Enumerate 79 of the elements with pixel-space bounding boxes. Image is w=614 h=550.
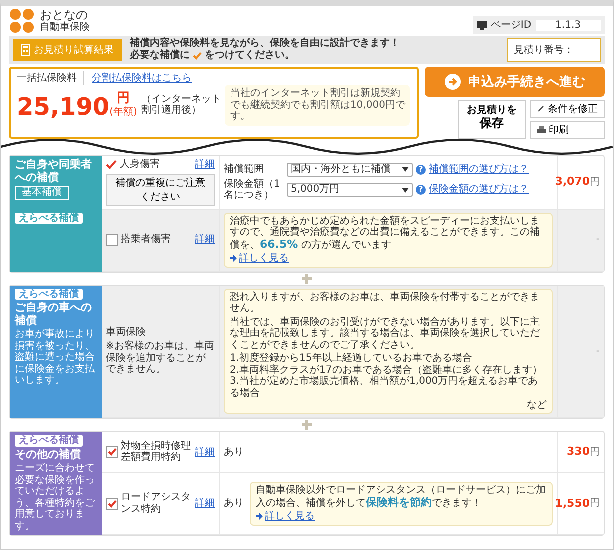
coverage-name: 人身傷害 [120, 159, 161, 170]
setting-select[interactable]: 5,000万円 [287, 183, 413, 197]
tooltip-paragraph: 当社では、車両保険のお引受けができない場合があります。以下に主な理由を記載致します。該当する場合は、車両保険を選択していただくことができませんのでご了承ください。 [230, 316, 541, 352]
installment-link[interactable]: 分割払保険料はこちら [92, 71, 192, 85]
logo-subtext: 自動車保険 [40, 22, 90, 34]
detail-link[interactable]: 詳細 [195, 234, 215, 246]
section-title: その他の補償 [15, 448, 81, 462]
section-description: お車が事故により損害を被ったり、盗難に遭った場合に保険金をお支払いします。 [15, 329, 96, 387]
coverage-value: あり [224, 498, 244, 510]
detail-link[interactable]: 詳細 [195, 159, 215, 170]
help-icon: ? [416, 164, 426, 175]
estimate-number-field[interactable]: 見積り番号： [507, 38, 601, 62]
detail-link[interactable]: 詳細 [195, 446, 215, 458]
premium-amount: 25,190 [17, 94, 110, 119]
coverage-value: あり [224, 446, 244, 458]
caret-icon [402, 167, 409, 172]
tooltip-trailing-text: など [527, 401, 547, 412]
pencil-icon [537, 105, 545, 113]
caret-icon [402, 188, 409, 192]
section-badge: えらべる補償 [15, 288, 83, 300]
section-tag: 基本補償 [15, 186, 69, 200]
checkbox[interactable] [106, 446, 118, 458]
coverage-price: 330 [567, 446, 590, 459]
more-link[interactable]: 詳しく見る [265, 511, 315, 523]
print-button[interactable]: 印刷 [530, 121, 605, 139]
logo-icon [9, 8, 35, 34]
arrow-icon [256, 513, 263, 520]
tooltip-text: 自動車保険以外でロードアシスタンス（ロードサービス）にご加入の場合、補償を外して保険料を節約できます！ [256, 485, 547, 510]
setting-select[interactable]: 国内・海外ともに補償 [287, 163, 413, 176]
printer-icon [537, 126, 546, 134]
monitor-icon [476, 20, 487, 30]
coverage-name: 対物全損時修理差額費用特約 [121, 440, 192, 464]
price-unit: 円 [590, 446, 600, 458]
coverage-price: - [596, 346, 600, 358]
logo-text: おとなの [40, 8, 89, 22]
premium-unit: 円 [117, 92, 130, 105]
coverage-price: - [596, 234, 600, 246]
page-id-value: 1.1.3 [536, 20, 601, 30]
premium-label: 一括払保険料 [17, 71, 84, 85]
checkbox[interactable] [106, 234, 118, 246]
price-unit: 円 [590, 176, 600, 188]
save-estimate-button[interactable]: お見積りを 保存 [458, 100, 526, 139]
section-badge: えらべる補償 [15, 212, 83, 224]
coverage-price: 3,070 [555, 176, 590, 189]
overlap-warning-button[interactable]: 補償の重複にご注意ください [106, 174, 215, 206]
plus-icon [302, 274, 312, 284]
coverage-name: ロードアシスタンス特約 [121, 492, 192, 516]
setting-label: 補償範囲 [224, 164, 265, 176]
detail-link[interactable]: 詳細 [195, 498, 215, 510]
section-title: ご自身の車への補償 [15, 302, 93, 328]
discount-bubble: 当社のインターネット割引は新規契約でも継続契約でも割引額は10,000円です。 [225, 85, 410, 126]
help-icon: ? [416, 185, 426, 195]
arrow-icon [230, 255, 237, 262]
price-unit: 円 [590, 498, 600, 510]
plus-icon [302, 420, 312, 430]
coverage-name: 車両保険 [106, 326, 147, 338]
more-link[interactable]: 詳しく見る [239, 253, 289, 265]
section-badge: えらべる補償 [15, 435, 83, 447]
section-description: ニーズに合わせて必要な保険を作っていただけるよう、各種特約をご用意しております。 [15, 463, 96, 532]
banner-instruction-end: をつけてください。 [205, 50, 295, 62]
tooltip-text: 治療中でもあらかじめ定められた金額をスピーディーにお支払いしますので、通院費や治療費などの出費に備えることができます。この補償を、66.5% の方が選んでいます [230, 216, 541, 252]
banner-message: 補償内容や保険料を見ながら、保険を自由に設計できます！ [130, 38, 400, 49]
calculator-icon [21, 44, 30, 56]
checkbox[interactable] [106, 498, 118, 510]
tooltip-paragraph: 恐れ入りますが、お客様のお車は、車両保険を付帯することができません。 [230, 292, 541, 315]
page-id-label: ページID [490, 19, 532, 32]
tooltip-paragraph: 1.初度登録から15年以上経過しているお車である場合 2.車両料率クラスが17のお車である場合（盗難車に多く存在します） 3.当社が定めた市場販売価格、相当額が1,000万円を超えるお車である場合 [230, 353, 544, 400]
banner-instruction: 必要な補償に [130, 50, 190, 62]
discount-note: （インターネット割引適用後） [141, 94, 222, 117]
coverage-note: ※お客様のお車は、車両保険を追加することができません。 [106, 341, 215, 376]
modify-button[interactable]: 条件を修正 [530, 100, 605, 118]
premium-period: (年額) [110, 106, 138, 119]
section-title: ご自身や同乗者への補償 [15, 159, 93, 184]
coverage-name: 搭乗者傷害 [121, 234, 172, 246]
coverage-price: 1,550 [555, 498, 590, 510]
help-link[interactable]: 保険金額の選び方は？ [429, 184, 529, 196]
check-icon [193, 52, 202, 60]
help-link[interactable]: 補償範囲の選び方は？ [429, 164, 529, 176]
setting-label: 保険金額（1名につき） [224, 178, 282, 202]
